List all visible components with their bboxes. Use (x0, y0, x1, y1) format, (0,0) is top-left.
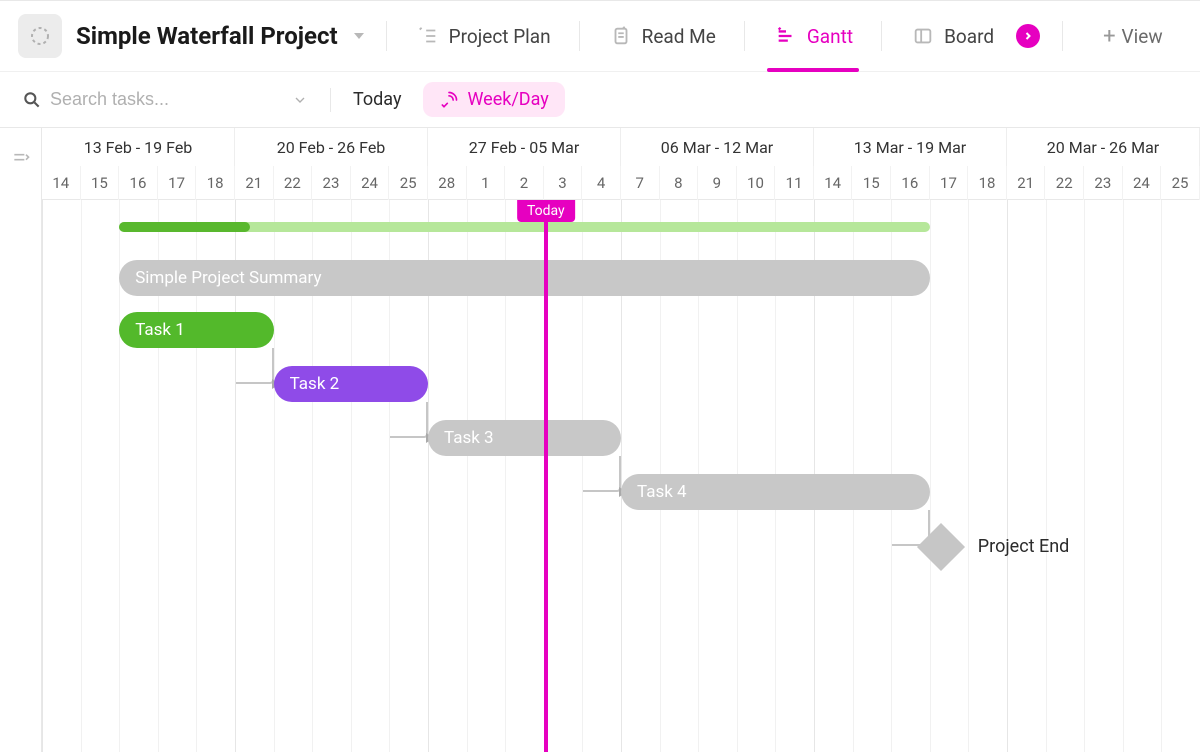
gantt-chart: 13 Feb - 19 Feb20 Feb - 26 Feb27 Feb - 0… (0, 128, 1200, 752)
day-header-cell: 17 (158, 166, 197, 200)
project-icon[interactable] (18, 14, 62, 58)
day-header-cell: 14 (814, 166, 853, 200)
day-header-cell: 4 (582, 166, 621, 200)
add-view-button[interactable]: + View (1103, 24, 1163, 49)
separator (881, 21, 882, 51)
separator (744, 21, 745, 51)
day-header-cell: 21 (1007, 166, 1046, 200)
calendar-icon (439, 90, 459, 110)
app-header: Simple Waterfall Project Project Plan Re… (0, 0, 1200, 72)
gantt-bars-area[interactable]: Simple Project Summary Task 1Task 2Task 3… (42, 200, 1200, 752)
add-view-label: View (1122, 25, 1163, 48)
separator (330, 88, 331, 112)
week-header-cell: 06 Mar - 12 Mar (621, 128, 814, 166)
separator (579, 21, 580, 51)
day-header-cell: 23 (1084, 166, 1123, 200)
timeline-header: 13 Feb - 19 Feb20 Feb - 26 Feb27 Feb - 0… (42, 128, 1200, 200)
separator (386, 21, 387, 51)
task-bar[interactable]: Task 1 (119, 312, 273, 348)
task-bar[interactable]: Task 4 (621, 474, 930, 510)
day-header-cell: 24 (1123, 166, 1162, 200)
day-header-cell: 21 (235, 166, 274, 200)
search-icon (22, 90, 42, 110)
tab-label: Project Plan (449, 25, 551, 48)
day-header-cell: 10 (737, 166, 776, 200)
day-header-cell: 25 (1161, 166, 1200, 200)
expand-sidebar-handle[interactable] (0, 128, 42, 752)
dependency-line (390, 402, 428, 438)
today-button[interactable]: Today (353, 89, 401, 110)
search-input[interactable] (50, 89, 280, 110)
milestone-label: Project End (978, 536, 1070, 557)
day-header-cell: 16 (891, 166, 930, 200)
tab-project-plan[interactable]: Project Plan (409, 23, 557, 49)
task-bar[interactable]: Task 3 (428, 420, 621, 456)
tab-label: Board (944, 25, 994, 48)
day-header-cell: 2 (505, 166, 544, 200)
day-header-cell: 3 (544, 166, 583, 200)
project-progress-bar[interactable] (119, 222, 930, 232)
gantt-toolbar: Today Week/Day (0, 72, 1200, 128)
zoom-level-label: Week/Day (467, 89, 548, 110)
project-title[interactable]: Simple Waterfall Project (76, 22, 338, 50)
dependency-line (236, 348, 274, 384)
plus-icon: + (1103, 24, 1115, 49)
day-header-cell: 18 (968, 166, 1007, 200)
day-header-cell: 8 (660, 166, 699, 200)
day-header-cell: 1 (467, 166, 506, 200)
day-header-cell: 7 (621, 166, 660, 200)
today-indicator-tag: Today (517, 200, 575, 222)
tab-read-me[interactable]: Read Me (602, 23, 722, 49)
tab-board[interactable]: Board (904, 23, 1000, 49)
day-header-cell: 11 (775, 166, 814, 200)
tabs-scroll-right[interactable] (1016, 24, 1040, 48)
project-dropdown-caret[interactable] (354, 33, 364, 39)
day-header-cell: 25 (389, 166, 428, 200)
task-bar[interactable]: Task 2 (274, 366, 428, 402)
zoom-level-chip[interactable]: Week/Day (423, 82, 564, 117)
week-header-cell: 20 Mar - 26 Mar (1007, 128, 1200, 166)
day-header-cell: 18 (196, 166, 235, 200)
search-dropdown-caret[interactable] (292, 92, 308, 108)
separator (1062, 21, 1063, 51)
tab-label: Read Me (642, 25, 716, 48)
day-header-cell: 17 (930, 166, 969, 200)
summary-bar[interactable]: Simple Project Summary (119, 260, 930, 296)
tab-gantt[interactable]: Gantt (767, 23, 859, 49)
gantt-icon (773, 23, 799, 49)
tab-label: Gantt (807, 25, 853, 48)
doc-icon (608, 23, 634, 49)
day-header-cell: 28 (428, 166, 467, 200)
day-header-cell: 9 (698, 166, 737, 200)
board-icon (910, 23, 936, 49)
day-header-cell: 15 (852, 166, 891, 200)
day-header-cell: 22 (1045, 166, 1084, 200)
day-header-cell: 16 (119, 166, 158, 200)
day-header-cell: 24 (351, 166, 390, 200)
day-header-cell: 22 (274, 166, 313, 200)
day-header-cell: 15 (81, 166, 120, 200)
week-header-cell: 27 Feb - 05 Mar (428, 128, 621, 166)
day-header-cell: 14 (42, 166, 81, 200)
day-header-cell: 23 (312, 166, 351, 200)
list-icon (415, 23, 441, 49)
today-indicator-line (544, 200, 548, 752)
dependency-line (583, 456, 621, 492)
week-header-cell: 20 Feb - 26 Feb (235, 128, 428, 166)
week-header-cell: 13 Mar - 19 Mar (814, 128, 1007, 166)
week-header-cell: 13 Feb - 19 Feb (42, 128, 235, 166)
